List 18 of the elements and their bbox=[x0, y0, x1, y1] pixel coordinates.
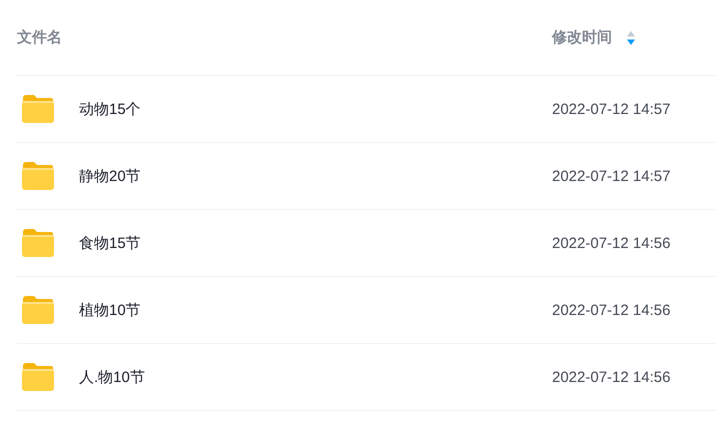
modified-time: 2022-07-12 14:56 bbox=[552, 368, 670, 386]
modified-time: 2022-07-12 14:57 bbox=[552, 100, 670, 118]
folder-name[interactable]: 动物15个 bbox=[79, 100, 552, 118]
folder-icon bbox=[21, 362, 55, 392]
folder-icon bbox=[21, 228, 55, 258]
modified-time: 2022-07-12 14:56 bbox=[552, 302, 670, 318]
folder-icon bbox=[21, 161, 55, 191]
folder-name[interactable]: 人.物10节 bbox=[79, 368, 552, 386]
modified-time: 2022-07-12 14:56 bbox=[552, 234, 670, 252]
folder-name[interactable]: 食物15节 bbox=[79, 234, 552, 252]
column-header: 文件名 bbox=[17, 28, 63, 47]
folder-name[interactable]: 静物20节 bbox=[79, 166, 552, 186]
sort-icon[interactable] bbox=[626, 30, 636, 46]
folder-icon bbox=[21, 94, 55, 124]
modified-time: 2022-07-12 14:57 bbox=[552, 168, 670, 184]
folder-name[interactable]: 植物10节 bbox=[79, 300, 552, 320]
column-header[interactable]: 修改时间 bbox=[552, 28, 612, 47]
folder-icon bbox=[21, 295, 55, 325]
